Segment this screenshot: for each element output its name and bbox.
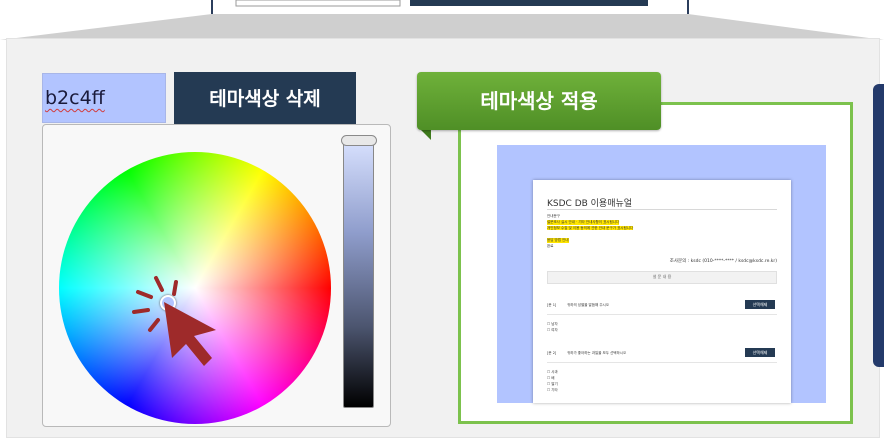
brightness-slider-handle[interactable] [341, 135, 377, 146]
side-panel-edge [873, 84, 884, 367]
section-header: 설 문 내 용 [652, 274, 672, 279]
question-2-number: [문 2] [547, 351, 557, 355]
contact-info: 조사문의 : ksdc (010-****-**** / ksdc@ksdc.r… [669, 259, 777, 264]
question-2-option-1[interactable]: ☐ 사과 [547, 370, 558, 375]
question-1-option-1[interactable]: ☐ 남자 [547, 322, 558, 327]
question-1-clear-button[interactable]: 선택해제 [745, 300, 775, 309]
question-2-clear-button[interactable]: 선택해제 [745, 348, 775, 357]
question-2-option-2[interactable]: ☐ 배 [547, 376, 555, 381]
manual-line-5: 완료 [547, 244, 554, 248]
question-1-option-2[interactable]: ☐ 여자 [547, 328, 558, 333]
hex-color-input[interactable]: b2c4ff [42, 73, 166, 123]
hex-value-text: b2c4ff [45, 87, 105, 109]
click-cursor-icon [132, 276, 216, 366]
delete-theme-color-button[interactable]: 테마색상 삭제 [174, 72, 356, 126]
manual-line-1: 안내문구 [547, 214, 560, 218]
question-2-option-3[interactable]: ☐ 딸기 [547, 382, 558, 387]
brightness-slider[interactable] [343, 138, 374, 408]
question-2-option-4[interactable]: ☐ 기타 [547, 388, 558, 393]
manual-document-preview: KSDC DB 이용매뉴얼 안내문구 설문조사 실시 안내 · 기타 안내사항이… [533, 180, 791, 403]
question-2-text: 귀하가 좋아하는 과일을 모두 선택하시오 [567, 351, 627, 355]
top-connector [0, 0, 884, 40]
manual-line-3: 개인정보 수집 및 이용 동의에 관한 안내 문구가 표시됩니다 [547, 226, 634, 230]
manual-line-4: 응답 방법 안내 [547, 238, 569, 243]
manual-line-2: 설문조사 실시 안내 · 기타 안내사항이 표시됩니다 [547, 220, 620, 225]
question-1-text: 귀하의 성별을 말씀해 주시오 [567, 303, 609, 307]
manual-title: KSDC DB 이용매뉴얼 [547, 199, 633, 209]
question-1-number: [문 1] [547, 303, 557, 307]
apply-theme-color-button[interactable]: 테마색상 적용 [417, 72, 661, 130]
